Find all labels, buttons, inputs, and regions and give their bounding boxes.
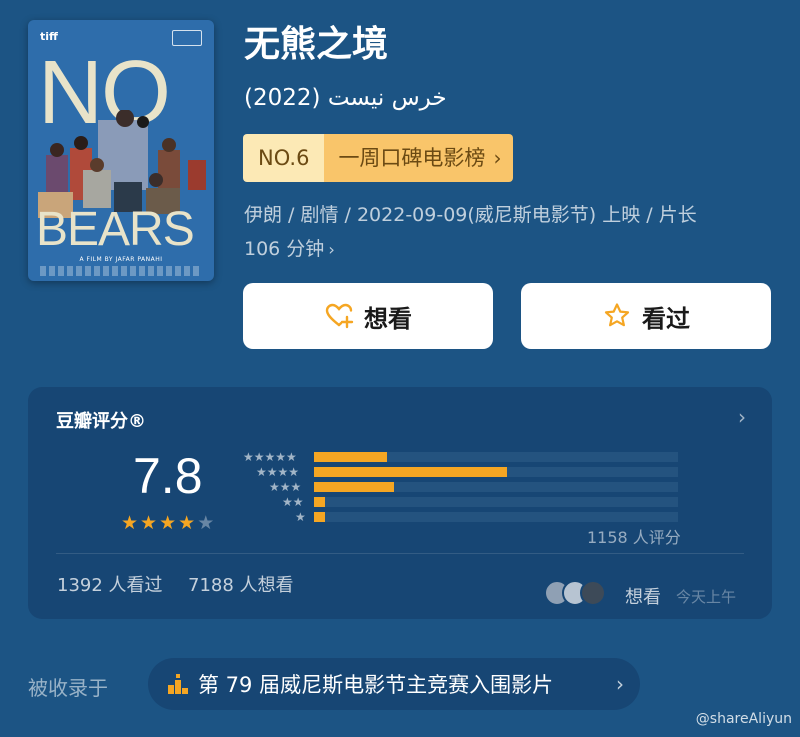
venice-lion-icon <box>172 30 202 46</box>
distribution-stars-icon: ★ <box>295 510 306 524</box>
votes-count: 1158 人评分 <box>587 528 681 547</box>
meta-line-2: 106 分钟 <box>244 238 325 260</box>
distribution-track <box>314 482 678 492</box>
star-filled-icon: ★ <box>140 512 158 534</box>
want-label: 想看 <box>364 304 412 333</box>
watched-button[interactable]: 看过 <box>521 283 771 349</box>
watermark: @shareAliyun <box>695 711 792 727</box>
rank-number: NO.6 <box>243 134 325 182</box>
rating-label: 豆瓣评分® <box>56 411 146 432</box>
want-to-watch-button[interactable]: 想看 <box>243 283 493 349</box>
rating-score: 7.8 <box>133 448 203 504</box>
distribution-bar <box>314 452 387 462</box>
distribution-row: ★★★ <box>236 480 686 495</box>
distribution-stars-icon: ★★★★ <box>256 465 300 479</box>
ranking-podium-icon <box>168 674 188 694</box>
star-empty-icon: ★ <box>197 512 215 534</box>
distribution-row: ★★ <box>236 495 686 510</box>
divider <box>56 553 744 554</box>
festival-logo: tiff <box>40 30 58 43</box>
seen-count[interactable]: 1392 人看过 <box>57 571 163 597</box>
included-list-link[interactable]: 第 79 届威尼斯电影节主竞赛入围影片 › <box>148 658 640 710</box>
distribution-row: ★★★★★ <box>236 450 686 465</box>
distribution-row: ★★★★ <box>236 465 686 480</box>
rank-list-link[interactable]: 一周口碑电影榜 › <box>324 134 514 182</box>
chevron-right-icon[interactable]: › <box>738 405 746 429</box>
poster-title-bottom: BEARS <box>36 203 195 256</box>
heart-plus-icon <box>325 303 354 329</box>
meta-line-1: 伊朗 / 剧情 / 2022-09-09(威尼斯电影节) 上映 / 片长 <box>244 204 697 226</box>
distribution-track <box>314 497 678 507</box>
distribution-stars-icon: ★★ <box>282 495 304 509</box>
distribution-track <box>314 452 678 462</box>
included-list-name: 第 79 届威尼斯电影节主竞赛入围影片 <box>198 673 554 697</box>
rank-list-name: 一周口碑电影榜 <box>338 146 486 170</box>
distribution-bar <box>314 467 507 477</box>
movie-poster[interactable]: tiff NO BEARS A FILM BY JAFAR PANAHI <box>28 20 214 281</box>
chevron-right-icon: › <box>493 146 502 170</box>
rating-stars: ★ ★ ★ ★ ★ <box>121 512 214 534</box>
rating-card[interactable]: 豆瓣评分® › 7.8 ★ ★ ★ ★ ★ ★★★★★ ★★★★ ★★★ ★★ ★ 1158 人… <box>28 387 772 619</box>
poster-fine-print <box>40 266 202 276</box>
friend-activity-action: 想看 <box>625 587 661 608</box>
distribution-track <box>314 467 678 477</box>
poster-credit: A FILM BY JAFAR PANAHI <box>79 256 163 263</box>
distribution-bar <box>314 512 325 522</box>
want-count[interactable]: 7188 人想看 <box>188 571 294 597</box>
chevron-right-icon: › <box>616 672 624 696</box>
avatar <box>580 580 606 606</box>
star-filled-icon: ★ <box>121 512 139 534</box>
included-label: 被收录于 <box>28 676 108 700</box>
star-filled-icon: ★ <box>159 512 177 534</box>
movie-meta[interactable]: 伊朗 / 剧情 / 2022-09-09(威尼斯电影节) 上映 / 片长 106… <box>244 198 764 267</box>
distribution-bar <box>314 497 325 507</box>
friend-avatars[interactable] <box>544 580 606 606</box>
distribution-stars-icon: ★★★ <box>269 480 302 494</box>
distribution-row: ★ <box>236 510 686 525</box>
seen-label: 看过 <box>642 304 690 333</box>
distribution-bar <box>314 482 395 492</box>
friend-activity-time: 今天上午 <box>676 588 737 606</box>
chevron-right-icon: › <box>328 240 335 259</box>
rank-badge[interactable]: NO.6 一周口碑电影榜 › <box>243 134 514 182</box>
star-outline-icon <box>604 303 630 327</box>
movie-original-title: خرس نیست (2022) <box>244 85 447 111</box>
star-filled-icon: ★ <box>178 512 196 534</box>
distribution-stars-icon: ★★★★★ <box>243 450 297 464</box>
distribution-track <box>314 512 678 522</box>
movie-title: 无熊之境 <box>244 24 389 65</box>
